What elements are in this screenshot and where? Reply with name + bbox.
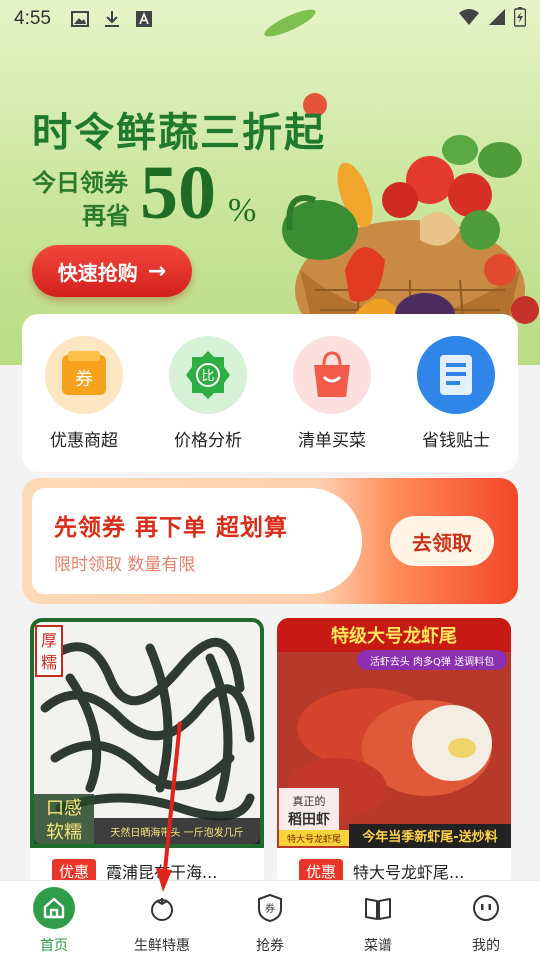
quick-buy-label: 快速抢购 xyxy=(57,260,138,285)
font-a-icon xyxy=(133,8,155,30)
svg-text:特级大号龙虾尾: 特级大号龙虾尾 xyxy=(331,625,457,647)
svg-text:软糯: 软糯 xyxy=(46,822,82,843)
category-money-tips[interactable]: 省钱贴士 xyxy=(401,336,511,451)
category-label: 优惠商超 xyxy=(50,431,118,451)
product-tag-text: 厚 xyxy=(41,631,57,650)
recipe-book-icon xyxy=(357,887,399,929)
claim-coupon-button[interactable]: 去领取 xyxy=(390,516,494,566)
shopping-bag-icon xyxy=(293,336,371,414)
coupon-subtitle: 限时领取 数量有限 xyxy=(54,555,196,575)
svg-text:天然日晒海带头 一斤泡发几斤: 天然日晒海带头 一斤泡发几斤 xyxy=(110,826,243,839)
nav-label: 我的 xyxy=(472,937,500,954)
nav-fresh-deals[interactable]: 生鲜特惠 xyxy=(112,887,212,955)
svg-text:糯: 糯 xyxy=(41,653,57,672)
nav-label: 菜谱 xyxy=(364,937,392,954)
coupon-title: 先领券 再下单 超划算 xyxy=(54,515,289,541)
category-shopping-list[interactable]: 清单买菜 xyxy=(277,336,387,451)
tomato-icon xyxy=(141,887,183,929)
svg-text:券: 券 xyxy=(75,369,93,390)
hero-banner[interactable]: 时令鲜蔬三折起 今日领券 再省 50 % 快速抢购 → xyxy=(0,0,540,365)
category-label: 省钱贴士 xyxy=(422,431,490,451)
home-icon xyxy=(33,886,75,929)
download-icon xyxy=(101,8,123,30)
battery-icon xyxy=(513,7,527,31)
svg-text:活虾去头 肉多Q弹 送调料包: 活虾去头 肉多Q弹 送调料包 xyxy=(370,655,494,668)
nav-home[interactable]: 首页 xyxy=(4,886,104,955)
coupon-banner[interactable]: 先领券 再下单 超划算 限时领取 数量有限 去领取 xyxy=(22,478,518,604)
banner-percent-sign: % xyxy=(228,192,257,229)
gallery-icon xyxy=(69,8,91,30)
nav-label: 抢券 xyxy=(256,937,284,954)
svg-text:比: 比 xyxy=(201,369,214,384)
category-card: 券 优惠商超 比 价格分析 清单买菜 省钱贴士 xyxy=(22,314,518,472)
price-badge-icon: 比 xyxy=(169,336,247,414)
arrow-right-icon: → xyxy=(147,258,167,284)
profile-face-icon xyxy=(465,887,507,929)
banner-subtitle-line2: 再省 xyxy=(82,204,130,230)
svg-text:今年当季新虾尾-送炒料: 今年当季新虾尾-送炒料 xyxy=(361,829,497,845)
category-label: 价格分析 xyxy=(174,431,242,451)
category-label: 清单买菜 xyxy=(298,431,366,451)
coupon-shield-icon: 券 xyxy=(249,887,291,929)
nav-coupons[interactable]: 券 抢券 xyxy=(220,887,320,955)
crayfish-tail-product-image: 特级大号龙虾尾 活虾去头 肉多Q弹 送调料包 真正的 稻田虾 特大号龙虾尾 今年… xyxy=(277,618,511,848)
category-price-analysis[interactable]: 比 价格分析 xyxy=(153,336,263,451)
nav-profile[interactable]: 我的 xyxy=(436,887,536,955)
status-bar: 4:55 xyxy=(0,0,540,38)
signal-icon xyxy=(488,8,506,30)
svg-text:真正的: 真正的 xyxy=(293,794,326,808)
product-card[interactable]: 特级大号龙虾尾 活虾去头 肉多Q弹 送调料包 真正的 稻田虾 特大号龙虾尾 今年… xyxy=(277,618,511,888)
tips-book-icon xyxy=(417,336,495,414)
nav-label: 首页 xyxy=(40,937,68,954)
status-time: 4:55 xyxy=(14,8,51,29)
svg-text:口感: 口感 xyxy=(46,798,82,819)
wifi-icon xyxy=(458,8,480,30)
kelp-product-image: 厚 糯 口感 软糯 天然日晒海带头 一斤泡发几斤 xyxy=(30,618,264,848)
category-discount-supermarket[interactable]: 券 优惠商超 xyxy=(29,336,139,451)
nav-recipes[interactable]: 菜谱 xyxy=(328,887,428,955)
quick-buy-button[interactable]: 快速抢购 → xyxy=(32,245,192,297)
banner-subtitle-line1: 今日领券 xyxy=(32,171,128,197)
banner-percent: 50 xyxy=(140,151,216,235)
svg-text:券: 券 xyxy=(265,902,275,915)
svg-text:特大号龙虾尾: 特大号龙虾尾 xyxy=(287,833,341,845)
product-card[interactable]: 厚 糯 口感 软糯 天然日晒海带头 一斤泡发几斤 优惠 霞浦昆布干海... xyxy=(30,618,264,888)
svg-text:稻田虾: 稻田虾 xyxy=(288,811,330,828)
coupon-ticket-icon: 券 xyxy=(45,336,123,414)
nav-label: 生鲜特惠 xyxy=(134,937,190,954)
bottom-nav: 首页 生鲜特惠 券 抢券 菜谱 我的 xyxy=(0,880,540,960)
